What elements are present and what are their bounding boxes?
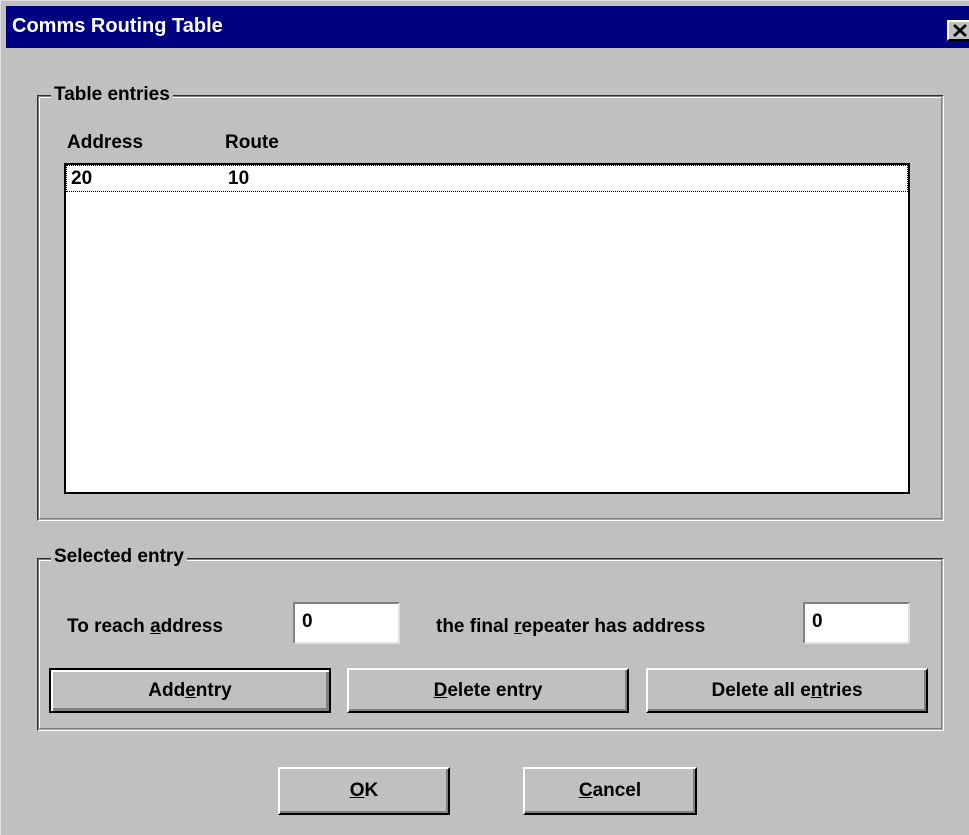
column-header-route: Route <box>225 132 279 153</box>
delete-all-entries-button[interactable]: Delete all e n tries <box>646 668 928 713</box>
row-route-cell: 10 <box>228 168 250 189</box>
delete-entry-button[interactable]: Delete entry <box>347 668 629 713</box>
title-bar[interactable]: Comms Routing Table <box>6 6 969 48</box>
repeater-address-label: the final repeater has address <box>436 616 706 637</box>
cancel-button[interactable]: Cancel <box>523 767 697 815</box>
reach-address-label: To reach address <box>67 616 223 637</box>
comms-routing-dialog: Comms Routing Table Table entries Addres… <box>0 0 969 835</box>
selected-entry-legend: Selected entry <box>51 546 187 568</box>
table-row[interactable]: 20 10 <box>66 165 908 192</box>
repeater-address-input[interactable]: 0 <box>803 602 910 644</box>
close-button[interactable] <box>947 20 969 41</box>
routing-entries-list[interactable]: 20 10 <box>64 163 910 494</box>
close-icon <box>953 24 967 37</box>
window-title: Comms Routing Table <box>12 15 223 37</box>
ok-button[interactable]: OK <box>278 767 450 815</box>
row-address-cell: 20 <box>71 168 93 189</box>
table-entries-legend: Table entries <box>51 84 173 106</box>
reach-address-input[interactable]: 0 <box>293 602 400 644</box>
column-header-address: Address <box>67 132 144 153</box>
add-entry-button[interactable]: Add e ntry <box>49 668 331 713</box>
